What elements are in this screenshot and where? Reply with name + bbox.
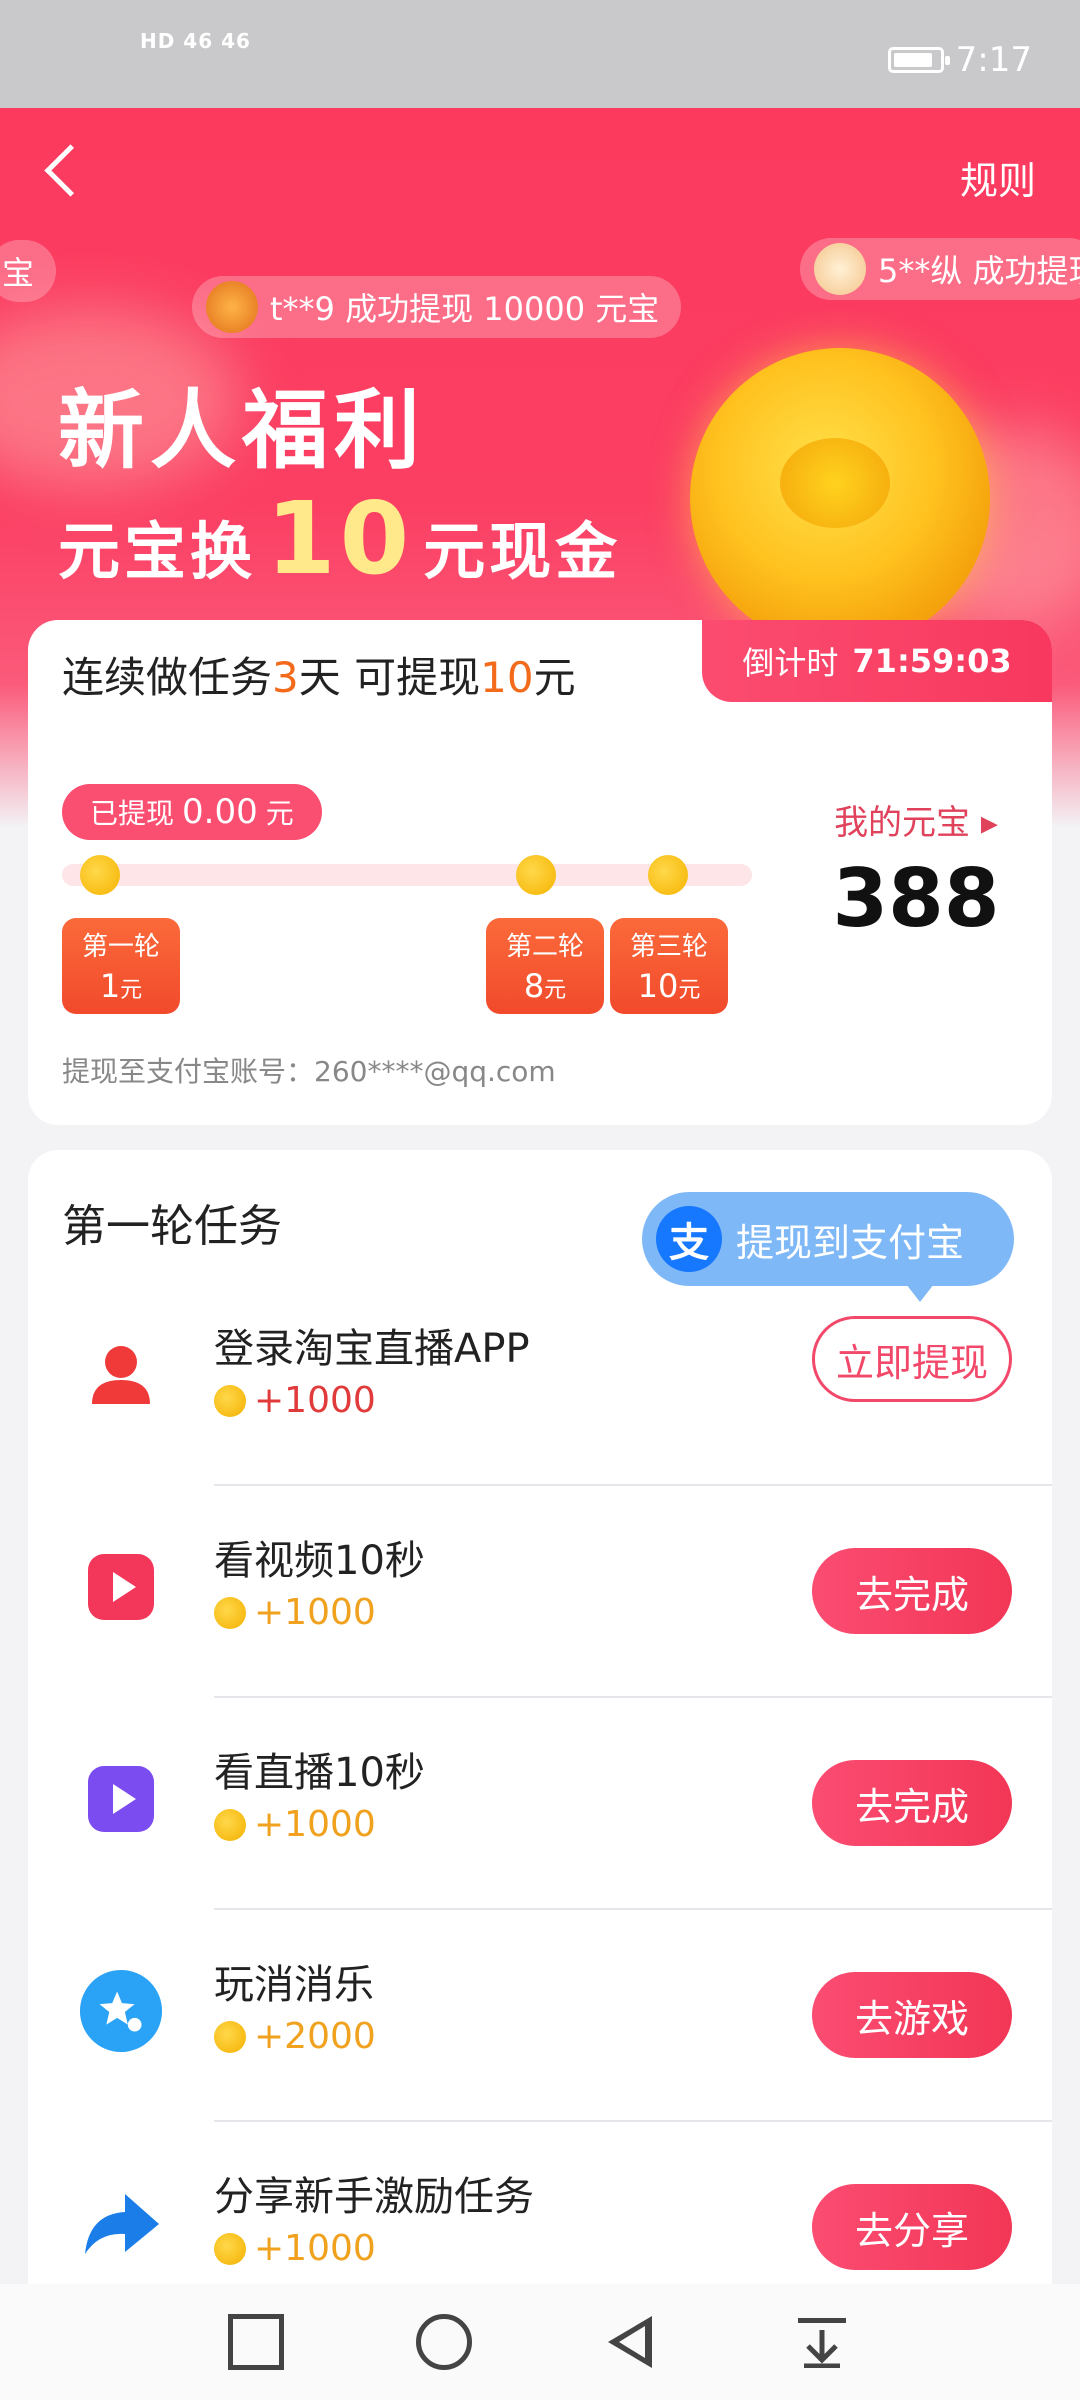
- task-name: 玩消消乐: [214, 1962, 374, 2008]
- task-reward: +1000: [214, 2228, 376, 2269]
- avatar: [814, 243, 866, 295]
- play-game-button[interactable]: 去游戏: [812, 1972, 1012, 2058]
- signal-indicators: HD 46 46: [140, 29, 251, 53]
- status-right: 7:17: [887, 40, 1032, 80]
- task-row: 看视频10秒 +1000 去完成: [28, 1486, 1052, 1698]
- task-row: 看直播10秒 +1000 去完成: [28, 1698, 1052, 1910]
- my-coins-value: 388: [832, 852, 1000, 945]
- task-name: 看视频10秒: [214, 1538, 425, 1584]
- tasks-card: 第一轮任务 支 提现到支付宝 登录淘宝直播APP +1000 立即提现 看视频1…: [28, 1150, 1052, 2300]
- alipay-account-text: 提现至支付宝账号：260****@qq.com: [62, 1055, 556, 1088]
- coin-icon: [214, 2020, 246, 2053]
- task-row: 玩消消乐 +2000 去游戏: [28, 1910, 1052, 2122]
- task-reward: +2000: [214, 2016, 376, 2057]
- countdown-badge: 倒计时 71:59:03: [702, 620, 1052, 702]
- system-nav-bar: [0, 2284, 1080, 2400]
- tasks-title: 第一轮任务: [62, 1201, 282, 1252]
- clock: 7:17: [955, 40, 1032, 80]
- coin-icon: [214, 1384, 246, 1417]
- round-badge: 第三轮 10元: [610, 918, 728, 1014]
- milestone-coin-icon: [80, 855, 120, 895]
- hero-title: 新人福利: [58, 381, 426, 481]
- round-badge: 第一轮 1元: [62, 918, 180, 1014]
- alipay-tooltip: 支 提现到支付宝: [642, 1192, 1014, 1302]
- progress-title: 连续做任务3天 可提现10元: [62, 653, 576, 702]
- ticker-item: 5**纵 成功提现: [800, 238, 1080, 300]
- my-coins[interactable]: 我的元宝 ▸ 388: [806, 795, 1026, 945]
- user-icon: [78, 1332, 164, 1418]
- complete-button[interactable]: 去完成: [812, 1760, 1012, 1846]
- coin-icon: [214, 1808, 246, 1841]
- notification-pulldown-icon[interactable]: [794, 2314, 850, 2370]
- ticker-item: t**9 成功提现 10000 元宝: [192, 276, 682, 338]
- rules-button[interactable]: 规则: [960, 150, 1036, 205]
- withdraw-now-button[interactable]: 立即提现: [812, 1316, 1012, 1402]
- coin-icon: [214, 1596, 246, 1629]
- video-play-icon: [78, 1544, 164, 1630]
- task-name: 看直播10秒: [214, 1750, 425, 1796]
- task-name: 分享新手激励任务: [214, 2174, 534, 2220]
- share-button[interactable]: 去分享: [812, 2184, 1012, 2270]
- back-nav-icon[interactable]: [604, 2314, 660, 2370]
- milestone-coin-icon: [516, 855, 556, 895]
- task-reward: +1000: [214, 1380, 376, 1421]
- avatar: [206, 281, 258, 333]
- task-reward: +1000: [214, 1592, 376, 1633]
- game-star-icon: [78, 1968, 164, 2054]
- status-bar: HD 46 46 7:17: [0, 0, 1080, 108]
- live-play-icon: [78, 1756, 164, 1842]
- hero-subtitle: 元宝换 10 元现金: [58, 480, 622, 597]
- milestone-coin-icon: [648, 855, 688, 895]
- alipay-icon: 支: [656, 1206, 722, 1272]
- round-badge: 第二轮 8元: [486, 918, 604, 1014]
- share-arrow-icon: [78, 2180, 164, 2266]
- task-row: 登录淘宝直播APP +1000 立即提现: [28, 1274, 1052, 1486]
- battery-icon: [887, 47, 950, 73]
- countdown-timer: 71:59:03: [852, 642, 1012, 680]
- task-name: 登录淘宝直播APP: [214, 1326, 530, 1372]
- back-icon[interactable]: [38, 142, 88, 202]
- gold-ingot-coin-icon: [690, 348, 990, 648]
- coin-icon: [214, 2232, 246, 2265]
- recent-apps-icon[interactable]: [228, 2314, 284, 2370]
- withdrawn-amount-badge: 已提现 0.00 元: [62, 784, 322, 840]
- home-icon[interactable]: [416, 2314, 472, 2370]
- complete-button[interactable]: 去完成: [812, 1548, 1012, 1634]
- my-coins-label[interactable]: 我的元宝 ▸: [806, 795, 1026, 844]
- task-reward: +1000: [214, 1804, 376, 1845]
- progress-card: 连续做任务3天 可提现10元 倒计时 71:59:03 已提现 0.00 元 第…: [28, 620, 1052, 1125]
